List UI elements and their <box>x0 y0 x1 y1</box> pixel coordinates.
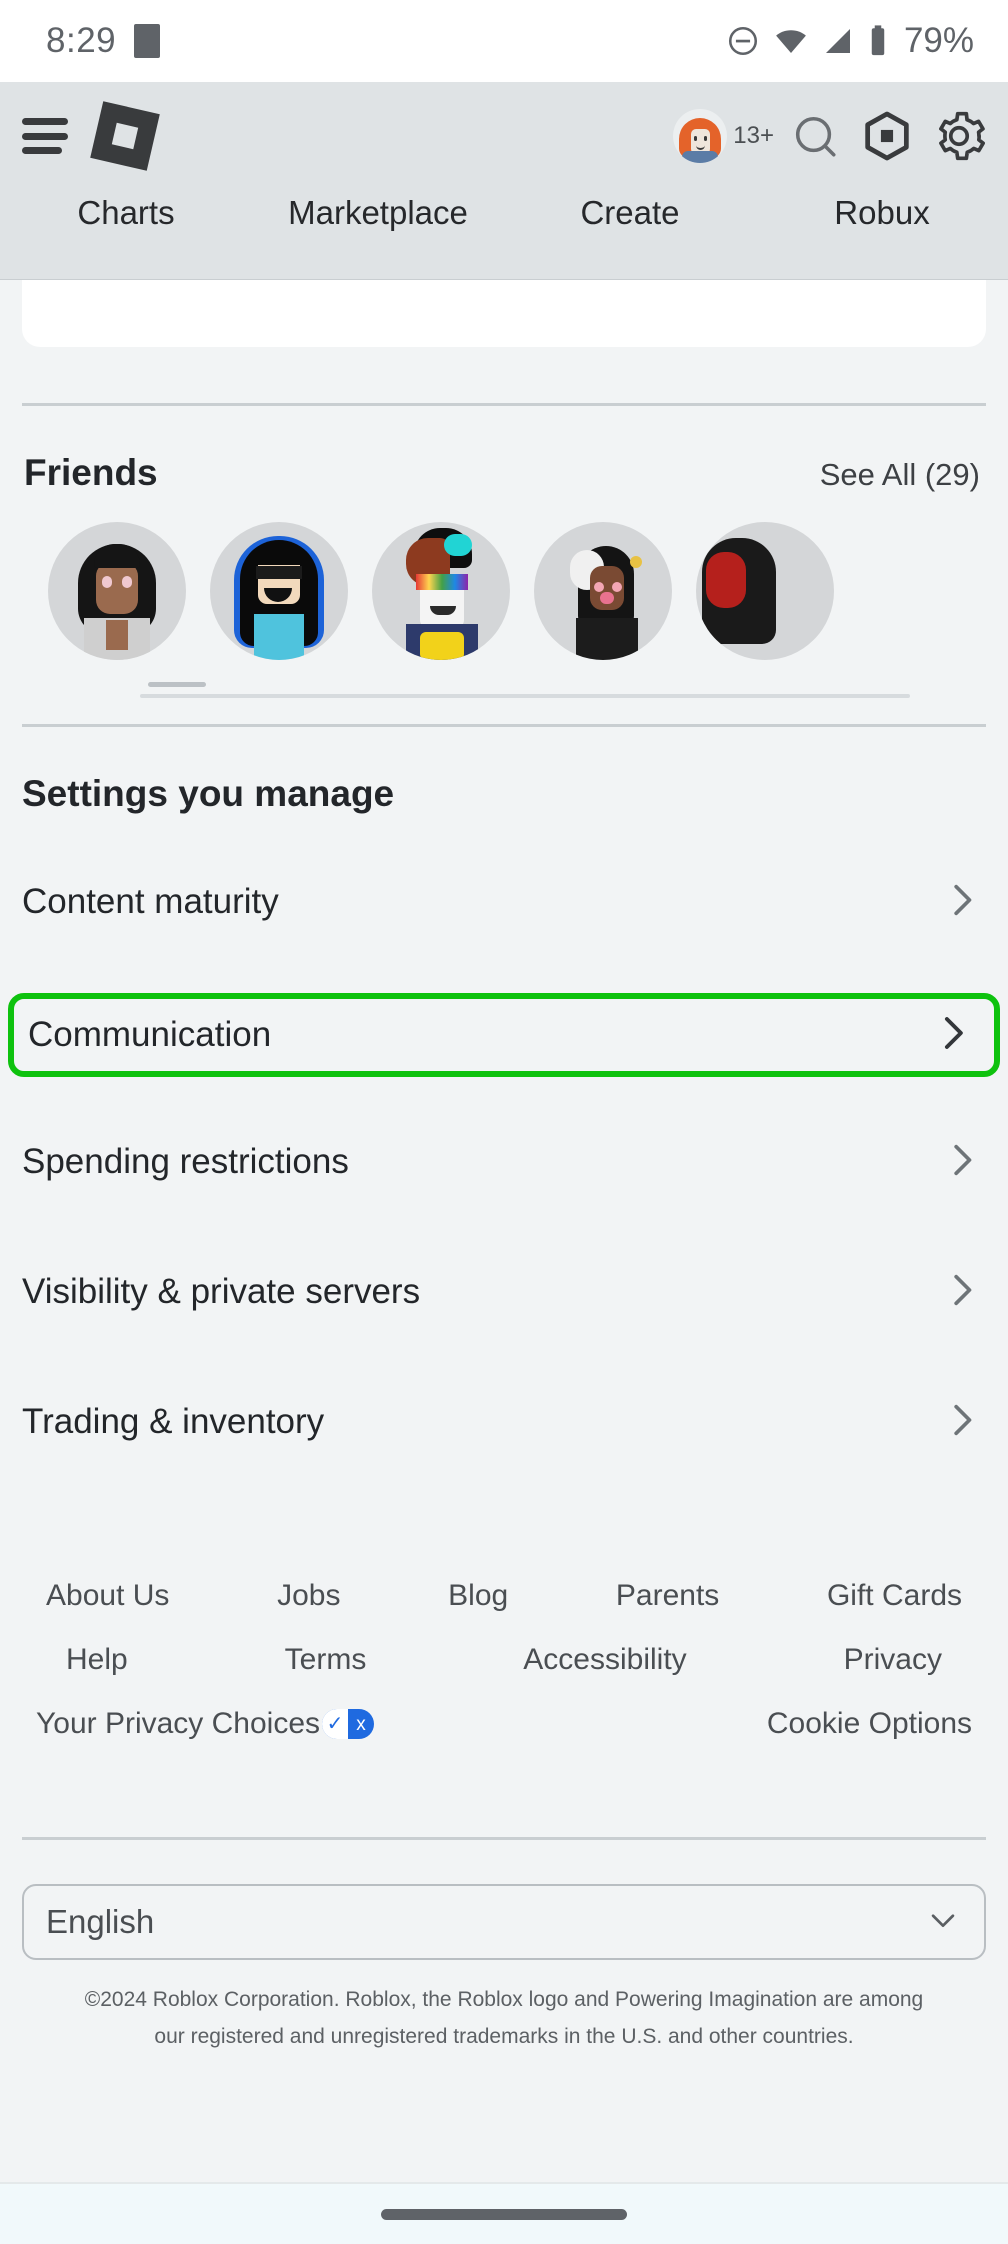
wifi-icon <box>773 24 809 58</box>
privacy-check-glyph: ✓ <box>322 1709 349 1739</box>
footer-link-gift-cards[interactable]: Gift Cards <box>827 1579 962 1613</box>
settings-section-title: Settings you manage <box>22 773 395 814</box>
footer-link-your-privacy-choices[interactable]: Your Privacy Choices ✓ x <box>36 1707 375 1741</box>
avatar[interactable] <box>673 109 728 163</box>
status-bar-left: 8:29 <box>46 21 161 61</box>
cellular-signal-icon <box>822 25 854 57</box>
friends-header: Friends See All (29) <box>0 406 1008 494</box>
search-icon[interactable] <box>784 105 846 167</box>
footer-links-row-2: Help Terms Accessibility Privacy <box>0 1643 1008 1677</box>
status-bar: 8:29 79% <box>0 0 1008 82</box>
friends-avatar-row[interactable] <box>0 494 1008 660</box>
app-header-actions: 13+ <box>673 82 990 190</box>
settings-row-visibility-private-servers[interactable]: Visibility & private servers <box>0 1247 1008 1337</box>
system-gesture-area <box>0 2182 1008 2244</box>
friend-avatar-2[interactable] <box>210 522 348 660</box>
user-avatar-group[interactable]: 13+ <box>673 109 774 163</box>
age-badge: 13+ <box>733 122 774 149</box>
robux-icon[interactable] <box>856 105 918 167</box>
privacy-choices-icon: ✓ x <box>322 1709 375 1739</box>
status-time: 8:29 <box>46 21 117 60</box>
settings-row-label: Spending restrictions <box>22 1142 349 1181</box>
page-root: 8:29 79% 13+ Charts Marketplace Create R… <box>0 0 1008 2244</box>
friends-title: Friends <box>24 452 158 493</box>
footer-link-parents[interactable]: Parents <box>616 1579 719 1613</box>
roblox-logo-icon[interactable] <box>90 101 160 171</box>
settings-row-spending-restrictions[interactable]: Spending restrictions <box>0 1117 1008 1207</box>
settings-row-label: Content maturity <box>22 882 279 921</box>
footer-link-blog[interactable]: Blog <box>448 1579 508 1613</box>
do-not-disturb-icon <box>726 24 760 58</box>
friend-avatar-1[interactable] <box>48 522 186 660</box>
footer-link-accessibility[interactable]: Accessibility <box>523 1643 686 1677</box>
home-gesture-bar[interactable] <box>381 2208 627 2220</box>
friends-scrollbar[interactable] <box>0 672 1008 724</box>
status-bar-right: 79% <box>726 21 974 61</box>
settings-row-label: Communication <box>28 1015 272 1054</box>
language-selector-wrap: English <box>0 1840 1008 1960</box>
tab-charts[interactable]: Charts <box>0 190 252 232</box>
settings-gear-icon[interactable] <box>928 105 990 167</box>
chevron-right-icon <box>932 1012 974 1059</box>
tab-robux[interactable]: Robux <box>756 190 1008 232</box>
language-select[interactable]: English <box>22 1884 986 1960</box>
battery-icon <box>867 24 889 58</box>
footer-link-cookie-options[interactable]: Cookie Options <box>767 1707 972 1741</box>
settings-row-label: Visibility & private servers <box>22 1272 421 1311</box>
battery-percent: 79% <box>903 21 974 60</box>
footer-links-row-1: About Us Jobs Blog Parents Gift Cards <box>0 1579 1008 1613</box>
friend-avatar-3[interactable] <box>372 522 510 660</box>
app-header-tabs: Charts Marketplace Create Robux <box>0 190 1008 280</box>
settings-list: Content maturity Communication Spending … <box>0 857 1008 1467</box>
chevron-down-icon <box>926 1903 960 1942</box>
footer-link-about-us[interactable]: About Us <box>46 1579 169 1613</box>
app-header: 13+ Charts Marketplace Create Robux <box>0 82 1008 280</box>
footer-link-help[interactable]: Help <box>66 1643 128 1677</box>
chevron-right-icon <box>942 880 982 925</box>
language-value: English <box>46 1903 155 1940</box>
footer: About Us Jobs Blog Parents Gift Cards He… <box>0 1467 1008 2056</box>
settings-row-content-maturity[interactable]: Content maturity <box>0 857 1008 947</box>
friend-avatar-5[interactable] <box>696 522 834 660</box>
settings-you-manage-section: Settings you manage Content maturity Com… <box>0 727 1008 1467</box>
chevron-right-icon <box>942 1400 982 1445</box>
tab-marketplace[interactable]: Marketplace <box>252 190 504 232</box>
settings-row-label: Trading & inventory <box>22 1402 325 1441</box>
friend-avatar-4[interactable] <box>534 522 672 660</box>
your-privacy-choices-label: Your Privacy Choices <box>36 1707 321 1740</box>
see-all-friends-link[interactable]: See All (29) <box>820 457 980 493</box>
settings-row-trading-inventory[interactable]: Trading & inventory <box>0 1377 1008 1467</box>
friends-section: Friends See All (29) <box>0 406 1008 724</box>
notification-square-icon <box>134 24 161 58</box>
main-content: Friends See All (29) Settings you manage… <box>0 280 1008 2056</box>
chevron-right-icon <box>942 1140 982 1185</box>
footer-link-jobs[interactable]: Jobs <box>277 1579 340 1613</box>
tab-create[interactable]: Create <box>504 190 756 232</box>
footer-links-row-3: Your Privacy Choices ✓ x Cookie Options <box>0 1707 1008 1741</box>
footer-link-privacy[interactable]: Privacy <box>844 1643 942 1677</box>
copyright-text: ©2024 Roblox Corporation. Roblox, the Ro… <box>84 1988 924 2048</box>
privacy-x-glyph: x <box>356 1713 366 1735</box>
partial-card-above <box>22 280 986 347</box>
chevron-right-icon <box>942 1270 982 1315</box>
footer-link-terms[interactable]: Terms <box>285 1643 367 1677</box>
settings-row-communication[interactable]: Communication <box>8 993 1000 1077</box>
hamburger-menu-icon[interactable] <box>22 118 68 154</box>
app-header-top: 13+ <box>0 82 1008 190</box>
